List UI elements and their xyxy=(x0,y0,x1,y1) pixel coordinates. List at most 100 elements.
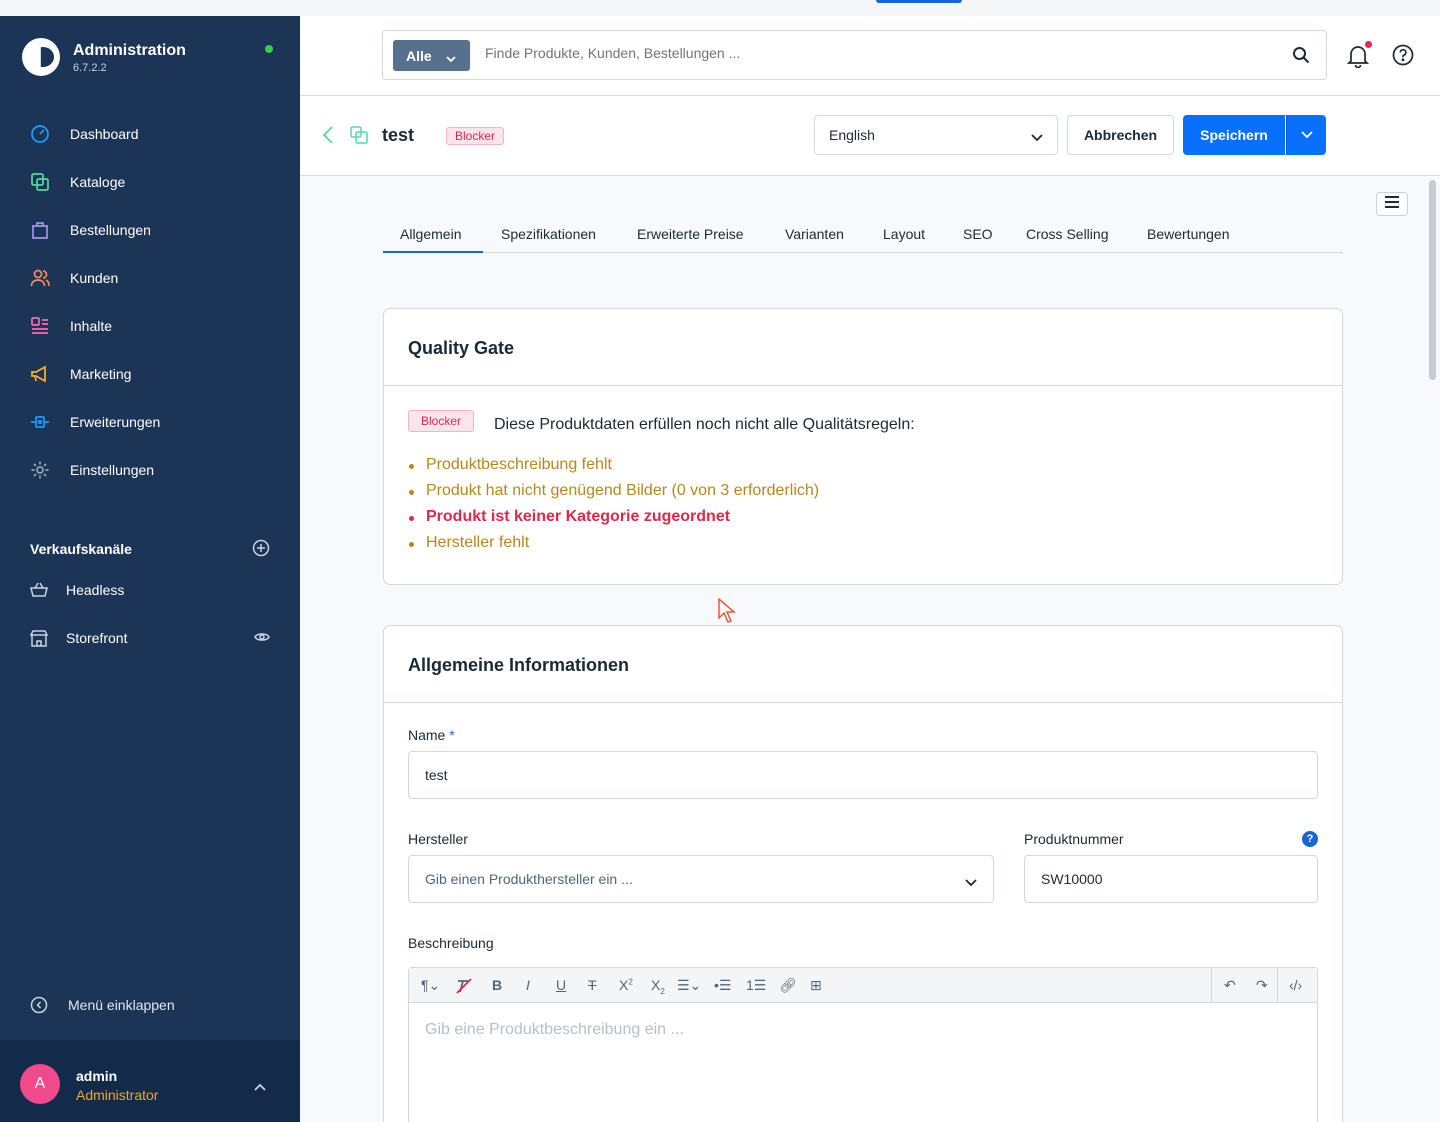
manufacturer-select[interactable]: Gib einen Produkthersteller ein ... xyxy=(408,855,994,903)
search-icon[interactable] xyxy=(1292,46,1310,69)
nav-item-bestellungen[interactable]: Bestellungen xyxy=(0,206,300,254)
page-header: test Blocker English Abbrechen Speichern xyxy=(300,96,1440,176)
description-placeholder[interactable]: Gib eine Produktbeschreibung ein ... xyxy=(425,1021,684,1039)
manufacturer-label: Hersteller xyxy=(408,831,468,847)
users-icon xyxy=(30,268,50,288)
bell-icon[interactable] xyxy=(1346,44,1370,73)
collapse-label: Menü einklappen xyxy=(68,997,175,1013)
description-editor: ¶⌄ B I U T X2 X2 ☰⌄ •☰ 1☰ 🔗︎ ⊞ ↶ ↷ ‹/› G… xyxy=(408,967,1318,1122)
content-area: Allgemein Spezifikationen Erweiterte Pre… xyxy=(300,176,1440,1122)
save-options-button[interactable] xyxy=(1286,115,1326,155)
scrollbar[interactable] xyxy=(1429,180,1436,380)
underline-icon[interactable]: U xyxy=(556,977,566,993)
collapse-menu-button[interactable]: Menü einklappen xyxy=(30,996,175,1014)
italic-icon[interactable]: I xyxy=(526,977,530,993)
online-status-dot xyxy=(265,45,273,53)
redo-icon[interactable]: ↷ xyxy=(1256,977,1268,994)
table-icon[interactable]: ⊞ xyxy=(810,977,822,994)
quality-gate-message: Diese Produktdaten erfüllen noch nicht a… xyxy=(494,416,915,433)
name-label: Name * xyxy=(408,727,455,743)
nav-label: Kataloge xyxy=(70,174,126,190)
search-bar-area: Alle xyxy=(300,16,1440,96)
language-select[interactable]: English xyxy=(814,115,1058,155)
product-number-field[interactable]: SW10000 xyxy=(1024,855,1318,903)
tab-allgemein[interactable]: Allgemein xyxy=(400,226,461,242)
editor-toolbar: ¶⌄ B I U T X2 X2 ☰⌄ •☰ 1☰ 🔗︎ ⊞ ↶ ↷ ‹/› xyxy=(409,968,1317,1003)
main-nav: Dashboard Kataloge Bestellungen Kunden I… xyxy=(0,110,300,494)
nav-label: Inhalte xyxy=(70,318,113,334)
tab-layout[interactable]: Layout xyxy=(883,226,925,242)
sales-channel-label: Headless xyxy=(66,582,125,598)
eye-icon[interactable] xyxy=(254,630,270,646)
search-input[interactable] xyxy=(485,45,1265,61)
help-tooltip-icon[interactable]: ? xyxy=(1302,831,1318,847)
bold-icon[interactable]: B xyxy=(492,977,502,993)
notification-dot xyxy=(1365,41,1372,48)
toolbar-divider xyxy=(1211,968,1212,1003)
add-sales-channel-icon[interactable] xyxy=(252,539,270,560)
nav-item-marketing[interactable]: Marketing xyxy=(0,350,300,398)
hamburger-icon xyxy=(1385,195,1399,213)
paragraph-format-icon[interactable]: ¶⌄ xyxy=(421,977,440,994)
nav-item-dashboard[interactable]: Dashboard xyxy=(0,110,300,158)
avatar: A xyxy=(20,1064,60,1104)
subscript-icon[interactable]: X2 xyxy=(651,977,665,996)
nav-item-kataloge[interactable]: Kataloge xyxy=(0,158,300,206)
shopware-logo-icon xyxy=(22,38,60,76)
sales-channel-storefront[interactable]: Storefront xyxy=(0,614,300,662)
product-number-value: SW10000 xyxy=(1041,871,1103,887)
bullet-list-icon[interactable]: •☰ xyxy=(714,977,731,994)
name-field[interactable]: test xyxy=(408,751,1318,799)
user-role: Administrator xyxy=(76,1087,159,1103)
top-indicator xyxy=(876,0,962,3)
remove-format-icon[interactable] xyxy=(455,977,473,998)
user-menu[interactable]: A admin Administrator xyxy=(0,1040,300,1122)
nav-item-einstellungen[interactable]: Einstellungen xyxy=(0,446,300,494)
divider xyxy=(384,702,1342,703)
tab-seo[interactable]: SEO xyxy=(963,226,993,242)
search-type-label: Alle xyxy=(406,47,432,64)
sales-channel-list: Headless Storefront xyxy=(0,566,300,662)
main-area: Alle test Blocker English Abbrechen Spei… xyxy=(300,16,1440,1122)
align-icon[interactable]: ☰⌄ xyxy=(677,977,701,994)
nav-label: Einstellungen xyxy=(70,462,155,478)
issue-item: Produkt ist keiner Kategorie zugeordnet xyxy=(408,508,819,534)
tab-varianten[interactable]: Varianten xyxy=(785,226,844,242)
tab-bewertungen[interactable]: Bewertungen xyxy=(1147,226,1230,242)
brand-version: 6.7.2.2 xyxy=(73,62,107,74)
nav-item-kunden[interactable]: Kunden xyxy=(0,254,300,302)
page-title: test xyxy=(382,125,415,145)
browser-top-strip xyxy=(0,0,1440,16)
required-marker: * xyxy=(449,727,455,743)
code-view-icon[interactable]: ‹/› xyxy=(1289,977,1302,993)
chevron-down-icon xyxy=(446,50,456,66)
sidebar-toggle-button[interactable] xyxy=(1376,192,1408,216)
name-label-text: Name xyxy=(408,727,446,743)
nav-item-erweiterungen[interactable]: Erweiterungen xyxy=(0,398,300,446)
link-icon[interactable]: 🔗︎ xyxy=(779,977,797,994)
quality-gate-card: Quality Gate Blocker Diese Produktdaten … xyxy=(383,308,1343,585)
manufacturer-placeholder: Gib einen Produkthersteller ein ... xyxy=(425,871,633,887)
search-type-select[interactable]: Alle xyxy=(393,40,470,71)
save-button[interactable]: Speichern xyxy=(1183,115,1285,155)
cancel-button[interactable]: Abbrechen xyxy=(1067,115,1174,155)
tab-cross-selling[interactable]: Cross Selling xyxy=(1026,226,1108,242)
nav-item-inhalte[interactable]: Inhalte xyxy=(0,302,300,350)
tab-erweiterte-preise[interactable]: Erweiterte Preise xyxy=(637,226,744,242)
help-icon[interactable] xyxy=(1392,44,1414,71)
sales-channel-headless[interactable]: Headless xyxy=(0,566,300,614)
active-tab-indicator xyxy=(383,251,483,253)
user-name: admin xyxy=(76,1068,118,1084)
nav-label: Marketing xyxy=(70,366,132,382)
general-info-title: Allgemeine Informationen xyxy=(408,655,630,675)
chevron-up-icon[interactable] xyxy=(254,1078,266,1096)
numbered-list-icon[interactable]: 1☰ xyxy=(746,977,766,994)
plug-icon xyxy=(30,412,50,432)
superscript-icon[interactable]: X2 xyxy=(619,977,633,993)
undo-icon[interactable]: ↶ xyxy=(1224,977,1236,994)
strikethrough-icon[interactable]: T xyxy=(588,977,597,993)
gauge-icon xyxy=(30,124,50,144)
tab-spezifikationen[interactable]: Spezifikationen xyxy=(501,226,596,242)
nav-label: Dashboard xyxy=(70,126,139,142)
back-arrow-icon[interactable] xyxy=(322,126,334,149)
